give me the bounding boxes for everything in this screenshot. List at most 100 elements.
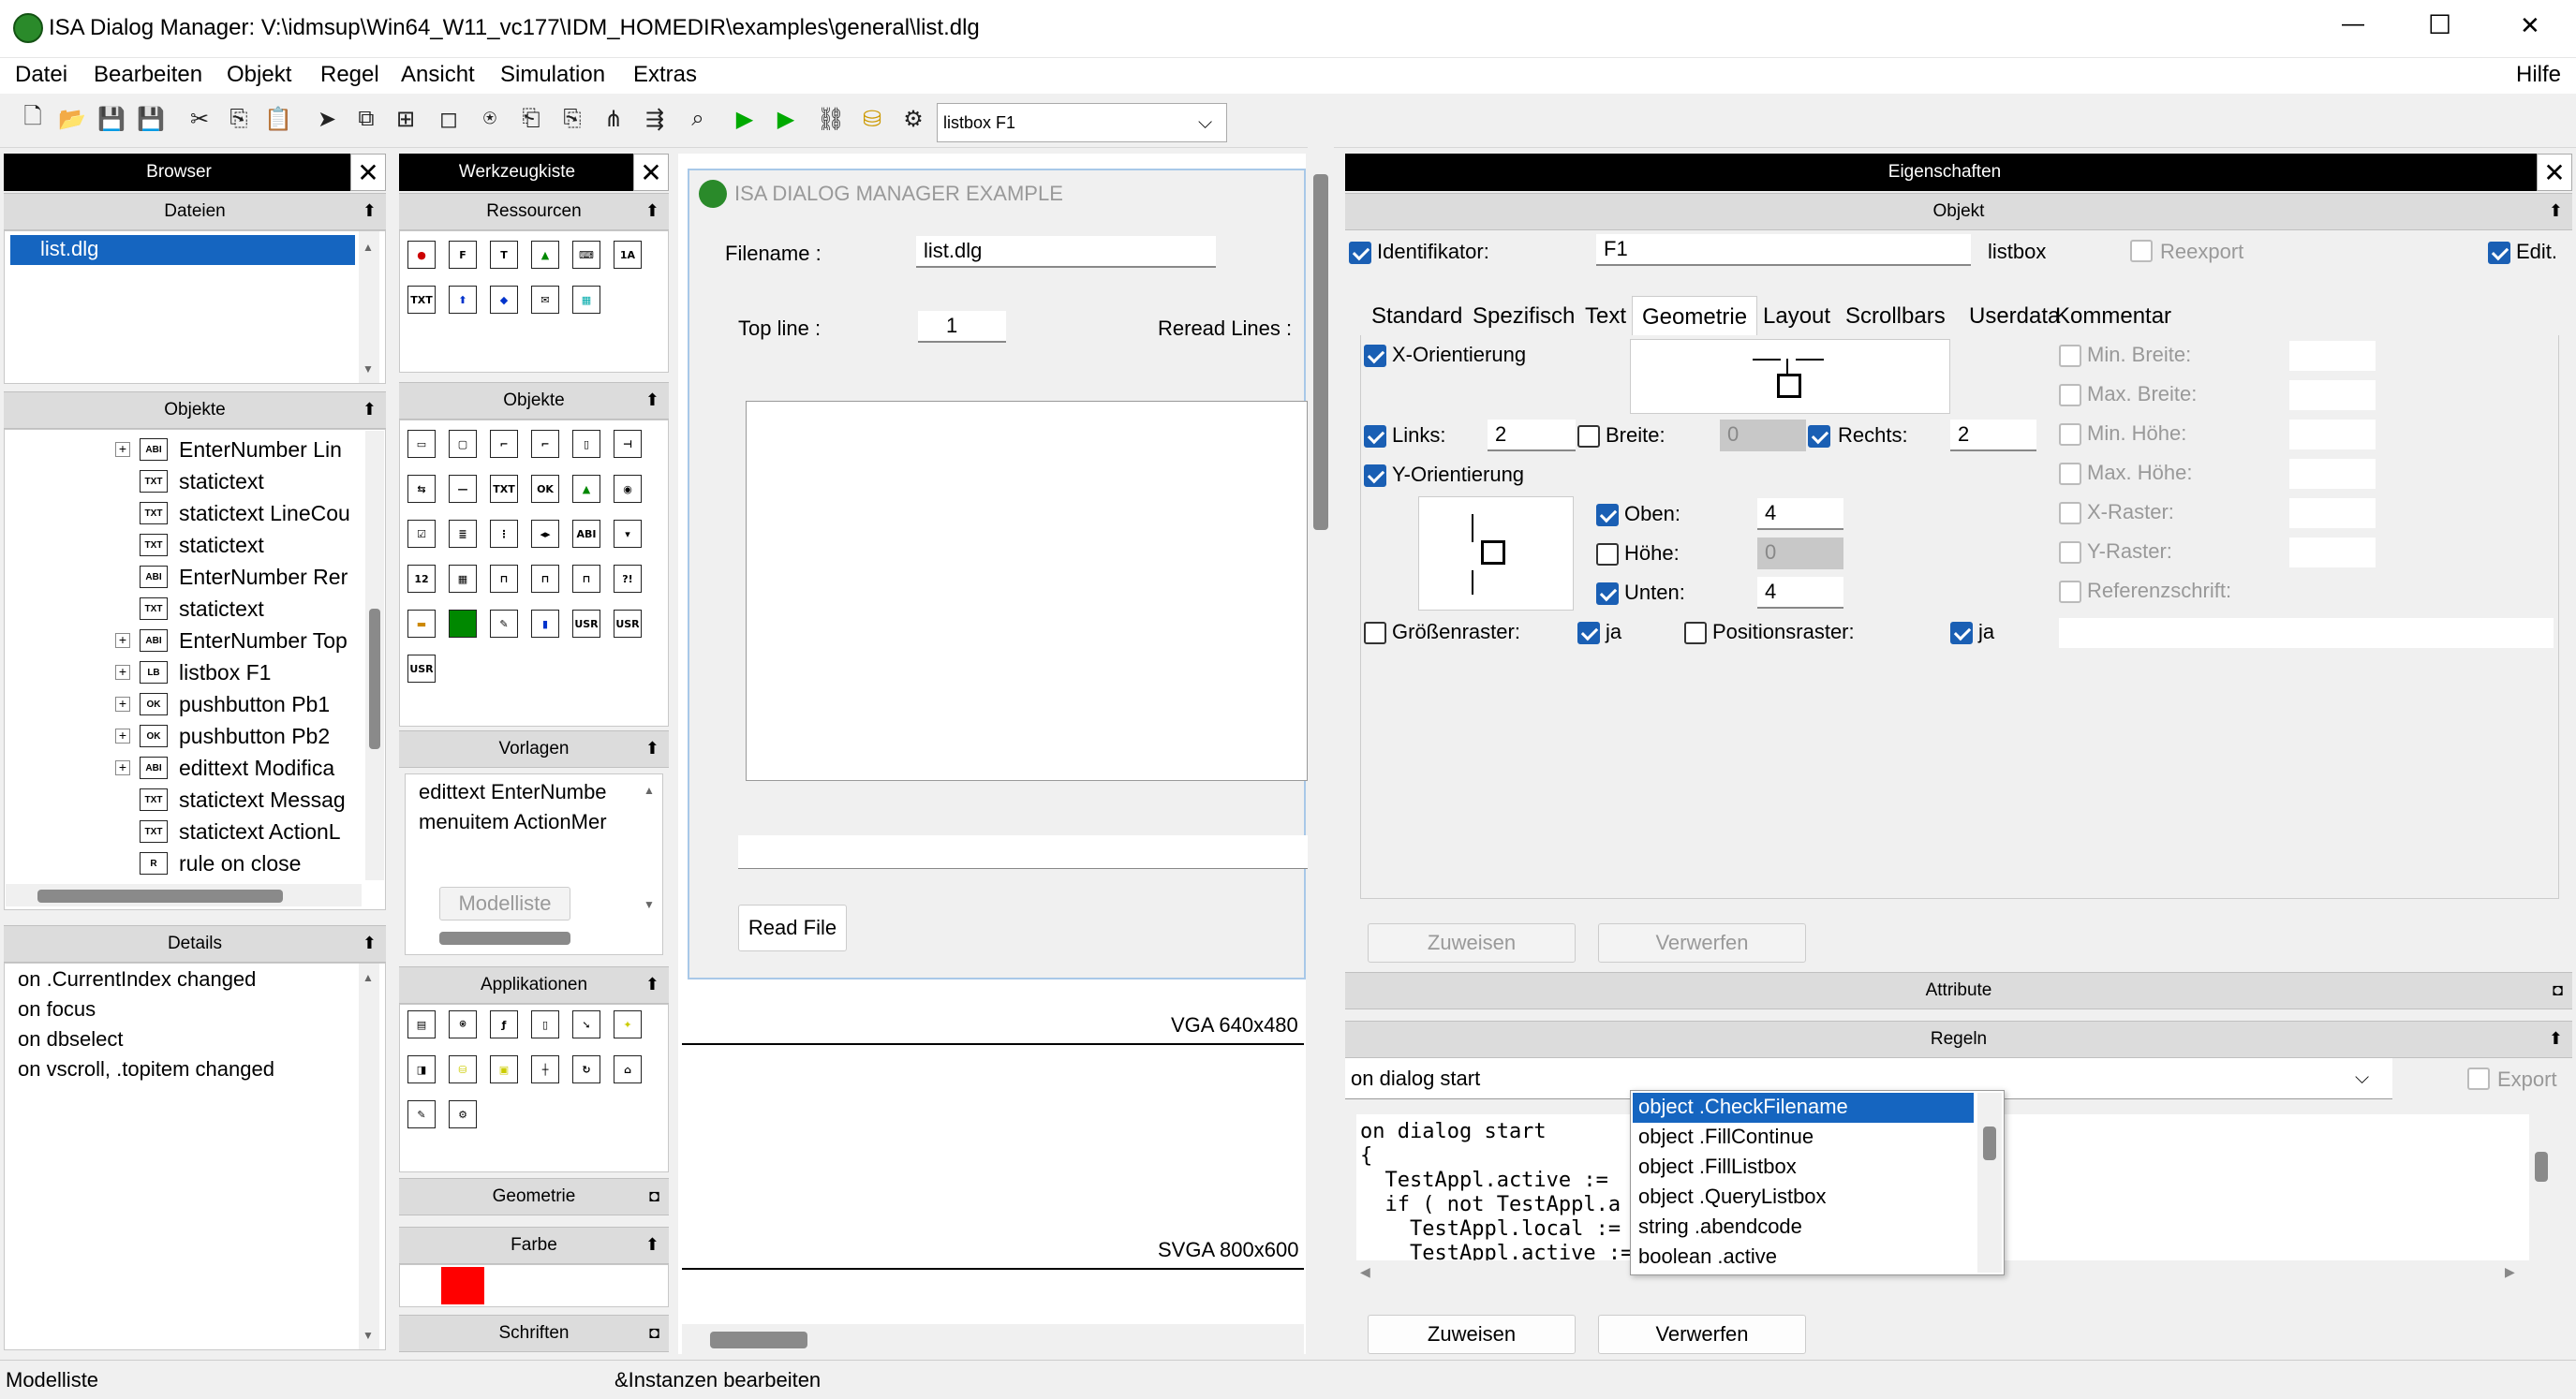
y-raster-input[interactable] <box>2289 538 2376 567</box>
expand-icon[interactable]: ◘ <box>649 1186 659 1206</box>
user-object-icon-3[interactable]: USR <box>407 655 436 683</box>
color-resource-icon[interactable]: ● <box>407 241 436 269</box>
code-vscroll[interactable] <box>2531 1114 2552 1260</box>
section-geometrie[interactable]: Geometrie ◘ <box>399 1178 669 1215</box>
files-scrollbar[interactable]: ▲ ▼ <box>359 231 379 383</box>
unten-input[interactable]: 4 <box>1757 577 1843 609</box>
scroll-up-icon[interactable]: ▲ <box>644 784 655 797</box>
setup-icon[interactable]: ✦ <box>614 1010 642 1038</box>
positionsraster-checkbox[interactable] <box>1684 622 1707 644</box>
menu-bearbeiten[interactable]: Bearbeiten <box>94 62 202 88</box>
trace-icon[interactable]: ⛓ <box>813 100 849 138</box>
tab-scrollbars[interactable]: Scrollbars <box>1840 296 1951 337</box>
autocomplete-scrollbar[interactable] <box>1977 1093 2002 1273</box>
model-icon[interactable]: ⎗ <box>513 100 549 138</box>
db-icon[interactable]: ⛁ <box>449 1055 477 1083</box>
rule-icon[interactable]: ⍟ <box>472 100 508 138</box>
details-item[interactable]: on .CurrentIndex changed <box>18 967 256 992</box>
tab-layout[interactable]: Layout <box>1757 296 1836 337</box>
y-orient-checkbox[interactable] <box>1364 464 1386 487</box>
section-farbe[interactable]: Farbe ⬆ <box>399 1227 669 1264</box>
transfer-icon[interactable]: ⌂ <box>614 1055 642 1083</box>
rule-app-icon[interactable]: ⍟ <box>449 1010 477 1038</box>
tree-item[interactable]: TXT statictext Messag <box>5 784 346 816</box>
object-combo[interactable]: listbox F1 ⌵ <box>937 103 1227 142</box>
collapse-icon[interactable]: ⬆ <box>2549 201 2563 221</box>
function-icon[interactable]: ƒ <box>490 1010 518 1038</box>
tree-item[interactable]: + OK pushbutton Pb1 <box>5 688 330 720</box>
identifier-checkbox[interactable] <box>1349 242 1371 264</box>
x-raster-checkbox[interactable] <box>2059 502 2081 524</box>
collapse-icon[interactable]: ⬆ <box>363 201 377 221</box>
max-hoehe-checkbox[interactable] <box>2059 463 2081 485</box>
dialog-icon[interactable]: ◨ <box>407 1055 436 1083</box>
autocomplete-item[interactable]: object .CheckFilename <box>1633 1093 1974 1123</box>
tree-icon[interactable]: ⋔ <box>596 100 631 138</box>
image-resource-icon[interactable]: ▲ <box>531 241 559 269</box>
preview-vscroll[interactable] <box>1308 146 1334 1354</box>
user-object-icon-2[interactable]: USR <box>614 610 642 638</box>
copy-icon[interactable]: ⎘ <box>221 100 257 138</box>
scroll-up-icon[interactable]: ▲ <box>363 971 374 984</box>
tree-item[interactable]: + OK pushbutton Pb2 <box>5 720 330 752</box>
canvas-object-icon[interactable]: ✎ <box>490 610 518 638</box>
red-color-swatch[interactable] <box>441 1267 484 1304</box>
new-window-icon[interactable]: ◻ <box>431 100 466 138</box>
tree-item[interactable]: TXT statictext <box>5 465 264 497</box>
expand-icon[interactable]: ◘ <box>2553 980 2563 1000</box>
autocomplete-item[interactable]: string .abendcode <box>1638 1215 1802 1239</box>
module-icon[interactable]: ▯ <box>531 1010 559 1038</box>
y-raster-checkbox[interactable] <box>2059 541 2081 564</box>
tab-spezifisch[interactable]: Spezifisch <box>1467 296 1580 337</box>
notebook-object-icon[interactable]: ⌐ <box>490 430 518 458</box>
save-icon[interactable]: 💾 <box>94 100 129 138</box>
shape-resource-icon[interactable]: ◆ <box>490 286 518 314</box>
section-schriften[interactable]: Schriften ◘ <box>399 1315 669 1352</box>
listbox-object-icon[interactable]: ≣ <box>449 520 477 548</box>
config-icon[interactable]: ⚙ <box>896 100 931 138</box>
menu-hilfe[interactable]: Hilfe <box>2516 62 2561 88</box>
tile-resource-icon[interactable]: ▦ <box>572 286 600 314</box>
chevron-down-icon[interactable]: ⌵ <box>2355 1068 2392 1089</box>
section-regeln[interactable]: Regeln ⬆ <box>1345 1021 2572 1058</box>
referenzschrift-checkbox[interactable] <box>2059 581 2081 603</box>
tree-item[interactable]: TXT statictext <box>5 593 264 625</box>
tab-kommentar[interactable]: Kommentar <box>2050 296 2177 337</box>
section-dateien[interactable]: Dateien ⬆ <box>4 193 386 230</box>
expand-icon[interactable]: ◘ <box>649 1323 659 1343</box>
assign-button[interactable]: Zuweisen <box>1368 923 1576 963</box>
treeview-object-icon[interactable]: ⋮ <box>490 520 518 548</box>
read-file-button[interactable]: Read File <box>738 905 847 951</box>
reexport-checkbox[interactable] <box>2130 240 2153 262</box>
run-icon[interactable]: ▶ <box>727 100 762 138</box>
section-vorlagen[interactable]: Vorlagen ⬆ <box>399 730 669 768</box>
hoehe-checkbox[interactable] <box>1596 543 1619 566</box>
oben-checkbox[interactable] <box>1596 504 1619 526</box>
min-breite-checkbox[interactable] <box>2059 345 2081 367</box>
user-object-icon-1[interactable]: USR <box>572 610 600 638</box>
min-hoehe-input[interactable] <box>2289 420 2376 449</box>
identifier-input[interactable]: F1 <box>1596 234 1971 266</box>
expand-icon[interactable]: + <box>115 697 130 712</box>
cut-icon[interactable]: ✂ <box>182 100 217 138</box>
spinbox-object-icon[interactable]: ◂▸ <box>531 520 559 548</box>
paste-icon[interactable]: 📋 <box>260 100 296 138</box>
discard-button[interactable]: Verwerfen <box>1598 923 1806 963</box>
splitbox-object-icon[interactable]: ▯ <box>572 430 600 458</box>
tree-item[interactable]: TXT statictext LineCou <box>5 497 350 529</box>
groessenraster-ja-checkbox[interactable] <box>1577 622 1600 644</box>
min-hoehe-checkbox[interactable] <box>2059 423 2081 446</box>
tab-standard[interactable]: Standard <box>1366 296 1468 337</box>
new-file-icon[interactable]: 🗋 <box>15 100 51 138</box>
text-resource-icon[interactable]: T <box>490 241 518 269</box>
statusbar-object-icon[interactable]: ▬ <box>407 610 436 638</box>
pushbutton-object-icon[interactable]: OK <box>531 475 559 503</box>
template-item[interactable]: menuitem ActionMer <box>419 810 607 834</box>
properties-close-icon[interactable]: ✕ <box>2537 154 2572 191</box>
expand-icon[interactable]: + <box>115 729 130 744</box>
preview-listbox[interactable] <box>746 401 1308 781</box>
links-checkbox[interactable] <box>1364 425 1386 448</box>
font-resource-icon[interactable]: F <box>449 241 477 269</box>
edit-checkbox[interactable] <box>2488 242 2510 264</box>
toolbox-close-icon[interactable]: ✕ <box>633 154 669 191</box>
